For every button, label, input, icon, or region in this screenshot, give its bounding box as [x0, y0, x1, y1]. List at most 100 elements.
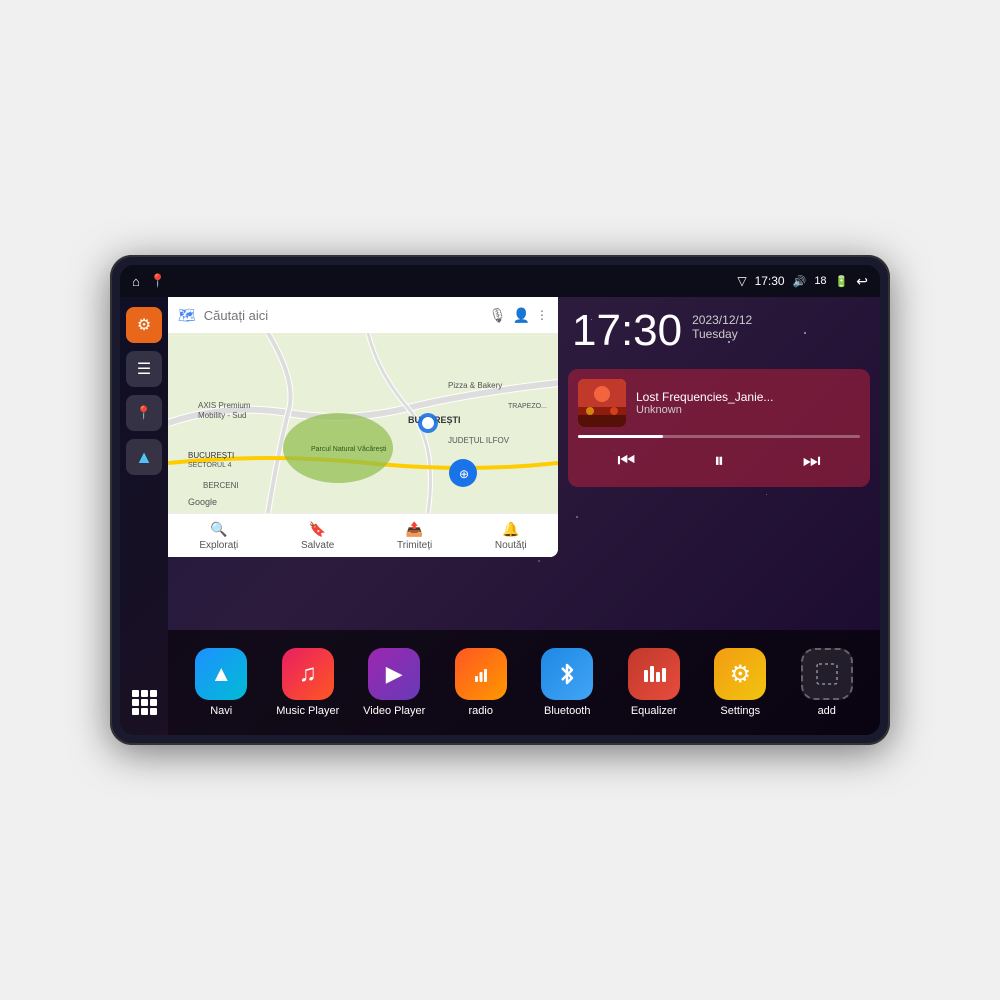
svg-text:Google: Google: [188, 497, 217, 507]
clock-date-value: 2023/12/12: [692, 313, 752, 327]
clock-date-info: 2023/12/12 Tuesday: [692, 309, 752, 341]
radio-icon-wrap: [455, 648, 507, 700]
sidebar-map-button[interactable]: 📍: [126, 395, 162, 431]
svg-text:JUDEȚUL ILFOV: JUDEȚUL ILFOV: [448, 436, 510, 445]
clock-time-display: 17:30: [572, 309, 682, 353]
equalizer-icon: [640, 660, 668, 688]
battery-level: 18: [814, 275, 826, 287]
status-time: 17:30: [755, 274, 785, 288]
map-tab-trimiteți[interactable]: 📤 Trimiteți: [397, 521, 432, 551]
settings-gear-icon: ⚙: [729, 660, 751, 689]
svg-text:Pizza & Bakery: Pizza & Bakery: [448, 381, 502, 390]
video-player-icon: ▶: [386, 661, 403, 687]
radio-label: radio: [469, 705, 493, 717]
map-tab-explorați-label: Explorați: [199, 540, 238, 551]
home-icon[interactable]: ⌂: [132, 274, 140, 289]
music-artist: Unknown: [636, 404, 860, 416]
volume-icon: 🔊: [793, 275, 807, 288]
add-label: add: [818, 705, 836, 717]
radio-wave-icon: [467, 660, 495, 688]
back-icon[interactable]: ↩: [856, 273, 868, 290]
saved-icon: 🔖: [309, 521, 326, 538]
navi-label: Navi: [210, 705, 232, 717]
app-settings[interactable]: ⚙ Settings: [705, 648, 775, 717]
map-tab-salvate-label: Salvate: [301, 540, 334, 551]
music-album-art: [578, 379, 626, 427]
more-icon[interactable]: ⋮: [536, 308, 548, 322]
center-content: 🗺 🎙 👤 ⋮: [168, 297, 880, 735]
music-prev-button[interactable]: ⏮: [607, 446, 645, 477]
music-next-button[interactable]: ⏭: [793, 446, 831, 477]
svg-text:TRAPEZO...: TRAPEZO...: [508, 403, 547, 410]
app-drawer: ▲ Navi ♫ Music Player ▶ Vid: [168, 630, 880, 735]
sidebar-navigation-button[interactable]: ▲: [126, 439, 162, 475]
app-video-player[interactable]: ▶ Video Player: [359, 648, 429, 717]
map-bottom-bar: 🔍 Explorați 🔖 Salvate 📤 Trimiteți �: [168, 513, 558, 557]
music-player-icon: ♫: [299, 660, 317, 688]
svg-text:SECTORUL 4: SECTORUL 4: [188, 462, 232, 469]
navi-icon-wrap: ▲: [195, 648, 247, 700]
app-radio[interactable]: radio: [446, 648, 516, 717]
map-tab-noutăți[interactable]: 🔔 Noutăți: [495, 521, 527, 551]
sidebar: ⚙ ☰ 📍 ▲: [120, 297, 168, 735]
mic-icon[interactable]: 🎙: [489, 307, 507, 324]
clock-day-value: Tuesday: [692, 327, 752, 341]
app-navi[interactable]: ▲ Navi: [186, 648, 256, 717]
settings-icon: ⚙: [137, 315, 151, 335]
music-info: Lost Frequencies_Janie... Unknown: [636, 390, 860, 416]
svg-text:BERCENI: BERCENI: [203, 481, 239, 490]
map-svg: AXIS Premium Mobility - Sud TRAPEZO... P…: [168, 333, 558, 513]
map-tab-explorați[interactable]: 🔍 Explorați: [199, 521, 238, 551]
map-tab-trimiteți-label: Trimiteți: [397, 540, 432, 551]
bluetooth-icon-wrap: [541, 648, 593, 700]
svg-text:Parcul Natural Văcărești: Parcul Natural Văcărești: [311, 446, 387, 453]
wifi-icon: ▽: [737, 274, 746, 288]
svg-text:AXIS Premium: AXIS Premium: [198, 401, 251, 410]
settings-icon-wrap: ⚙: [714, 648, 766, 700]
map-body: AXIS Premium Mobility - Sud TRAPEZO... P…: [168, 333, 558, 513]
video-player-icon-wrap: ▶: [368, 648, 420, 700]
sidebar-files-button[interactable]: ☰: [126, 351, 162, 387]
app-equalizer[interactable]: Equalizer: [619, 648, 689, 717]
equalizer-icon-wrap: [628, 648, 680, 700]
battery-icon: 🔋: [835, 275, 849, 288]
music-widget: Lost Frequencies_Janie... Unknown ⏮ ⏸ ⏭: [568, 369, 870, 487]
add-icon-wrap: [801, 648, 853, 700]
app-music-player[interactable]: ♫ Music Player: [273, 648, 343, 717]
music-controls: ⏮ ⏸ ⏭: [578, 446, 860, 477]
music-player-icon-wrap: ♫: [282, 648, 334, 700]
add-icon: [813, 660, 841, 688]
grid-icon: [132, 690, 157, 715]
music-top: Lost Frequencies_Janie... Unknown: [578, 379, 860, 427]
map-icon: 📍: [136, 405, 152, 421]
explore-icon: 🔍: [210, 521, 227, 538]
settings-label: Settings: [720, 705, 760, 717]
sidebar-apps-button[interactable]: [126, 689, 162, 725]
clock-widget: 17:30 2023/12/12 Tuesday: [558, 297, 880, 365]
main-area: ⚙ ☰ 📍 ▲: [120, 297, 880, 735]
bluetooth-icon: [553, 660, 581, 688]
music-progress-bar[interactable]: [578, 435, 860, 438]
map-tab-salvate[interactable]: 🔖 Salvate: [301, 521, 334, 551]
music-title: Lost Frequencies_Janie...: [636, 390, 860, 404]
bluetooth-label: Bluetooth: [544, 705, 590, 717]
navigation-arrow-icon: ▲: [135, 447, 153, 468]
navi-icon: ▲: [210, 661, 232, 687]
music-pause-button[interactable]: ⏸: [704, 446, 734, 477]
google-maps-icon: 🗺: [178, 307, 196, 324]
map-widget[interactable]: 🗺 🎙 👤 ⋮: [168, 297, 558, 557]
app-bluetooth[interactable]: Bluetooth: [532, 648, 602, 717]
share-icon: 📤: [406, 521, 423, 538]
status-right-info: ▽ 17:30 🔊 18 🔋 ↩: [737, 273, 868, 290]
device-screen: ⌂ 📍 ▽ 17:30 🔊 18 🔋 ↩: [120, 265, 880, 735]
status-left-icons: ⌂ 📍: [132, 273, 166, 289]
app-add[interactable]: add: [792, 648, 862, 717]
map-pin-icon[interactable]: 📍: [150, 273, 166, 289]
sidebar-settings-button[interactable]: ⚙: [126, 307, 162, 343]
map-search-bar: 🗺 🎙 👤 ⋮: [168, 297, 558, 333]
profile-icon[interactable]: 👤: [513, 307, 530, 324]
status-bar: ⌂ 📍 ▽ 17:30 🔊 18 🔋 ↩: [120, 265, 880, 297]
music-player-label: Music Player: [276, 705, 339, 717]
map-search-input[interactable]: [204, 308, 481, 323]
map-search-actions: 🎙 👤 ⋮: [489, 307, 548, 324]
